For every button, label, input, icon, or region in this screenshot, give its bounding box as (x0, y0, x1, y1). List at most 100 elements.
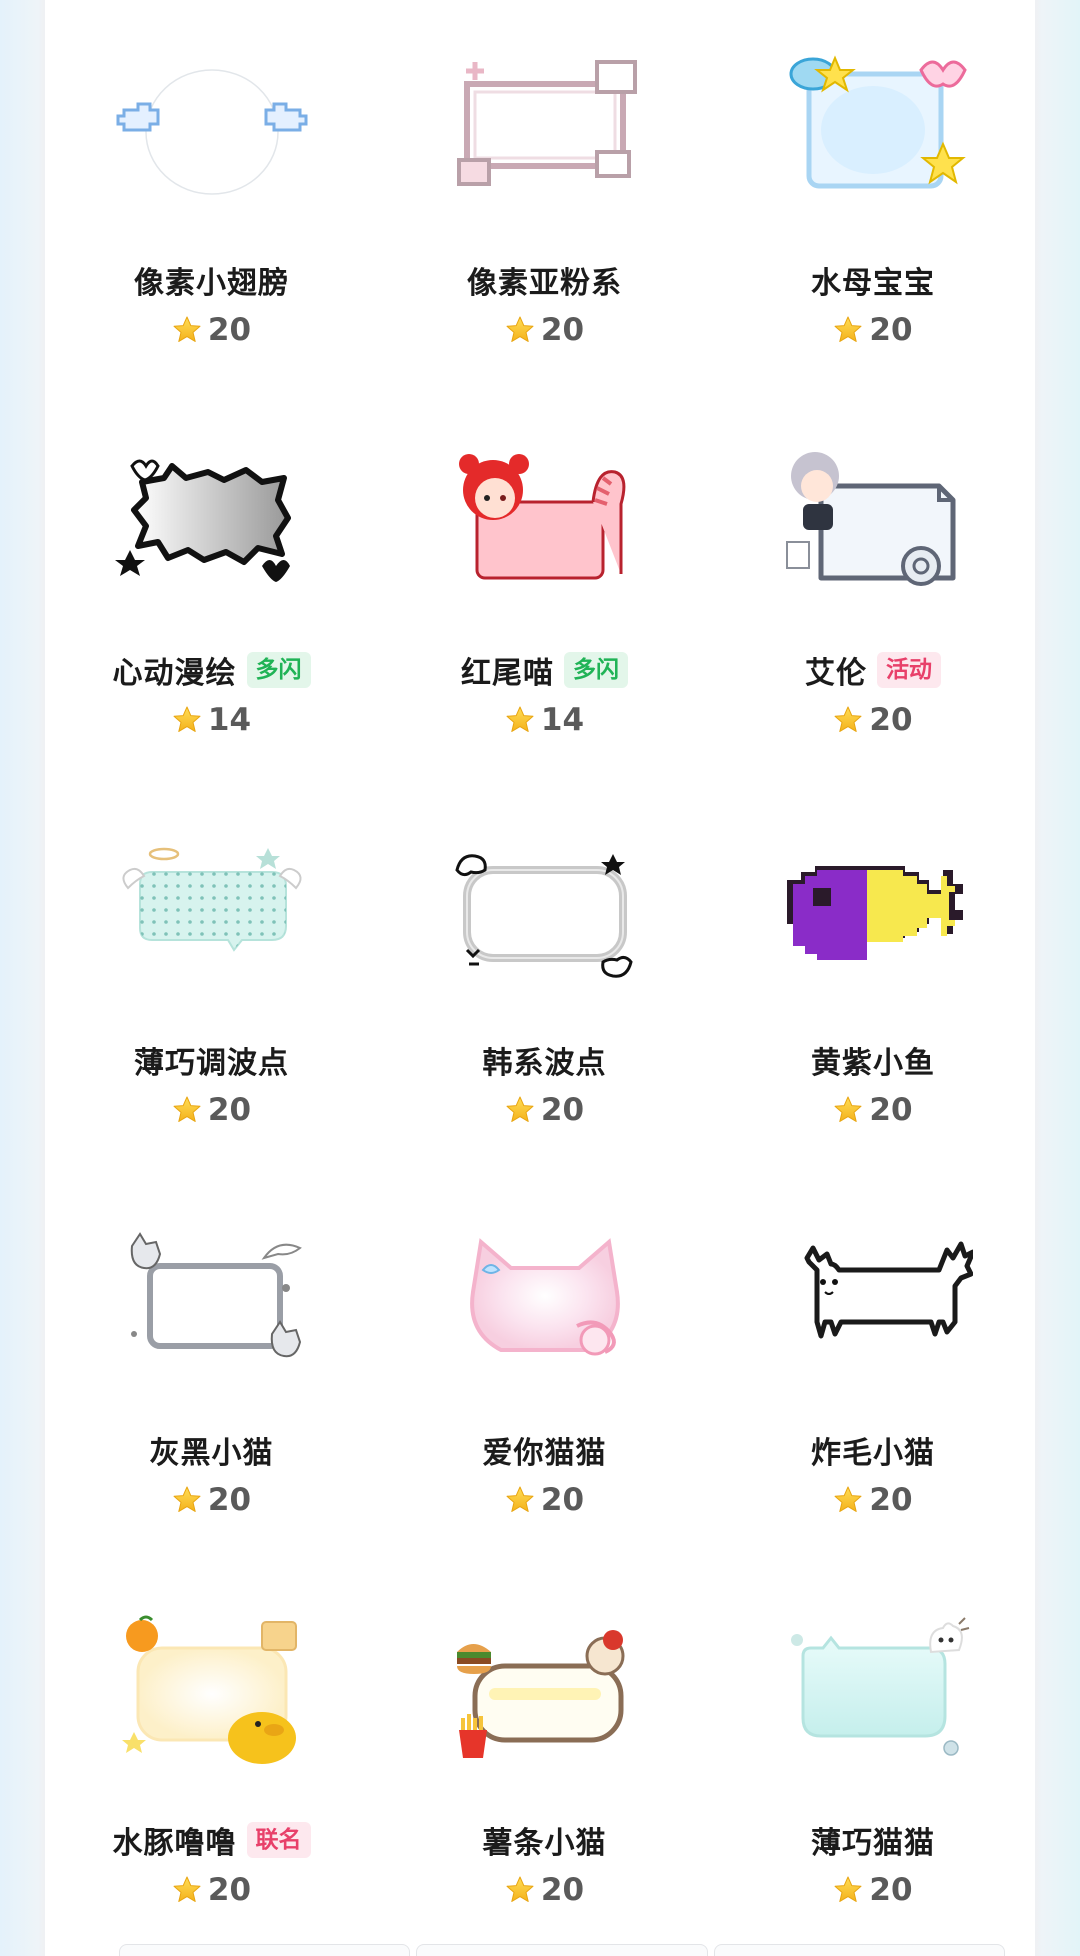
frame-price-row: 14 (378, 700, 711, 740)
capybara-frame-icon (112, 1612, 312, 1772)
frame-item[interactable]: 红尾喵 多闪 14 (378, 390, 711, 780)
frame-name-row: 薄巧猫猫 (711, 1818, 1035, 1862)
bottom-tab[interactable] (119, 1944, 411, 1956)
frame-name: 炸毛小猫 (811, 1436, 935, 1471)
frame-price: 20 (540, 1092, 585, 1128)
frame-name-row: 爱你猫猫 (378, 1428, 711, 1472)
frame-name: 水豚噜噜 (112, 1826, 237, 1861)
frame-name: 艾伦 (805, 656, 867, 691)
frame-price: 20 (869, 1872, 913, 1908)
frame-price-row: 20 (45, 1870, 378, 1910)
frame-price-row: 20 (378, 1090, 711, 1130)
frame-item[interactable]: 灰黑小猫 20 (45, 1170, 378, 1560)
frame-name: 薄巧猫猫 (811, 1826, 935, 1861)
frame-price-row: 20 (711, 700, 1035, 740)
frame-name-row: 韩系波点 (378, 1038, 711, 1082)
frame-name-row: 灰黑小猫 (45, 1428, 378, 1472)
bottom-tab[interactable] (713, 1944, 1005, 1956)
frame-name: 像素小翅膀 (134, 266, 289, 301)
frame-item[interactable]: 水母宝宝 20 (711, 0, 1035, 390)
frame-name-row: 红尾喵 多闪 (378, 648, 711, 692)
frame-name: 爱你猫猫 (482, 1436, 607, 1471)
frame-name-row: 像素小翅膀 (45, 258, 378, 302)
frame-name: 黄紫小鱼 (811, 1046, 935, 1081)
frame-item[interactable]: 爱你猫猫 20 (378, 1170, 711, 1560)
star-icon (833, 1485, 863, 1515)
frame-price-row: 20 (711, 1870, 1035, 1910)
frame-price-row: 20 (45, 310, 378, 350)
star-icon (833, 315, 863, 345)
frame-price: 20 (207, 1482, 252, 1518)
pixel-pink-frame-icon (445, 52, 645, 212)
star-icon (505, 1095, 535, 1125)
frame-price-row: 20 (378, 310, 711, 350)
frame-item[interactable]: 艾伦 活动 20 (711, 390, 1035, 780)
star-icon (172, 705, 202, 735)
star-icon (505, 315, 535, 345)
star-icon (505, 1875, 535, 1905)
love-cat-frame-icon (445, 1222, 645, 1382)
frame-item[interactable]: 心动漫绘 多闪 14 (45, 390, 378, 780)
comic-burst-frame-icon (112, 442, 312, 602)
allen-character-frame-icon (773, 442, 973, 602)
korean-dot-frame-icon (445, 832, 645, 992)
frame-price: 20 (540, 1872, 585, 1908)
frame-price-row: 20 (711, 1480, 1035, 1520)
frame-tag-badge: 多闪 (246, 652, 311, 688)
mint-cat-frame-icon (773, 1612, 973, 1772)
frame-name: 像素亚粉系 (467, 266, 622, 301)
fluffy-cat-frame-icon (773, 1222, 973, 1382)
frame-item[interactable]: 像素小翅膀 20 (45, 0, 378, 390)
frame-price-row: 20 (711, 310, 1035, 350)
frame-item[interactable]: 水豚噜噜 联名 20 (45, 1560, 378, 1950)
frame-name-row: 水母宝宝 (711, 258, 1035, 302)
frame-price-row: 14 (45, 700, 378, 740)
frame-price: 20 (869, 1092, 913, 1128)
frame-name: 薯条小猫 (482, 1826, 607, 1861)
frame-name-row: 心动漫绘 多闪 (45, 648, 378, 692)
star-icon (172, 1095, 202, 1125)
bottom-tab[interactable] (416, 1944, 708, 1956)
purple-yellow-fish-frame-icon (773, 832, 973, 992)
pixel-wings-frame-icon (112, 52, 312, 212)
mint-polka-dot-frame-icon (112, 832, 312, 992)
frame-item[interactable]: 韩系波点 20 (378, 780, 711, 1170)
frame-name-row: 像素亚粉系 (378, 258, 711, 302)
frame-item[interactable]: 黄紫小鱼 20 (711, 780, 1035, 1170)
frame-name: 薄巧调波点 (134, 1046, 289, 1081)
frame-name-row: 薯条小猫 (378, 1818, 711, 1862)
fries-cat-frame-icon (445, 1612, 645, 1772)
frame-name: 红尾喵 (461, 656, 554, 691)
frame-price: 20 (869, 1482, 913, 1518)
frame-item[interactable]: 像素亚粉系 20 (378, 0, 711, 390)
frame-name-row: 炸毛小猫 (711, 1428, 1035, 1472)
frame-item[interactable]: 薄巧猫猫 20 (711, 1560, 1035, 1950)
frame-item[interactable]: 薄巧调波点 20 (45, 780, 378, 1170)
frame-tag-badge: 联名 (246, 1822, 311, 1858)
frame-price: 14 (207, 702, 252, 738)
red-tail-cat-frame-icon (445, 442, 645, 602)
frame-item[interactable]: 炸毛小猫 20 (711, 1170, 1035, 1560)
star-icon (833, 705, 863, 735)
frame-name: 韩系波点 (482, 1046, 607, 1081)
gray-cat-frame-icon (112, 1222, 312, 1382)
frame-price: 20 (869, 702, 913, 738)
frame-price-row: 20 (711, 1090, 1035, 1130)
star-icon (505, 1485, 535, 1515)
frame-grid: 像素小翅膀 20 像素亚粉系 20 水母宝宝 20 心动漫绘 多闪 14 红尾喵 多闪 14 艾伦 活动 2… (45, 0, 1035, 1950)
frame-name: 灰黑小猫 (149, 1436, 274, 1471)
frame-price: 20 (207, 1872, 252, 1908)
star-icon (172, 1875, 202, 1905)
star-icon (833, 1875, 863, 1905)
star-icon (833, 1095, 863, 1125)
frame-name: 心动漫绘 (112, 656, 237, 691)
star-icon (505, 705, 535, 735)
jellyfish-frame-icon (773, 52, 973, 212)
frame-shop-panel: 像素小翅膀 20 像素亚粉系 20 水母宝宝 20 心动漫绘 多闪 14 红尾喵 多闪 14 艾伦 活动 2… (45, 0, 1035, 1956)
frame-name-row: 薄巧调波点 (45, 1038, 378, 1082)
frame-price: 20 (540, 312, 585, 348)
frame-tag-badge: 活动 (877, 652, 941, 688)
frame-price: 20 (869, 312, 913, 348)
frame-price-row: 20 (45, 1480, 378, 1520)
frame-item[interactable]: 薯条小猫 20 (378, 1560, 711, 1950)
